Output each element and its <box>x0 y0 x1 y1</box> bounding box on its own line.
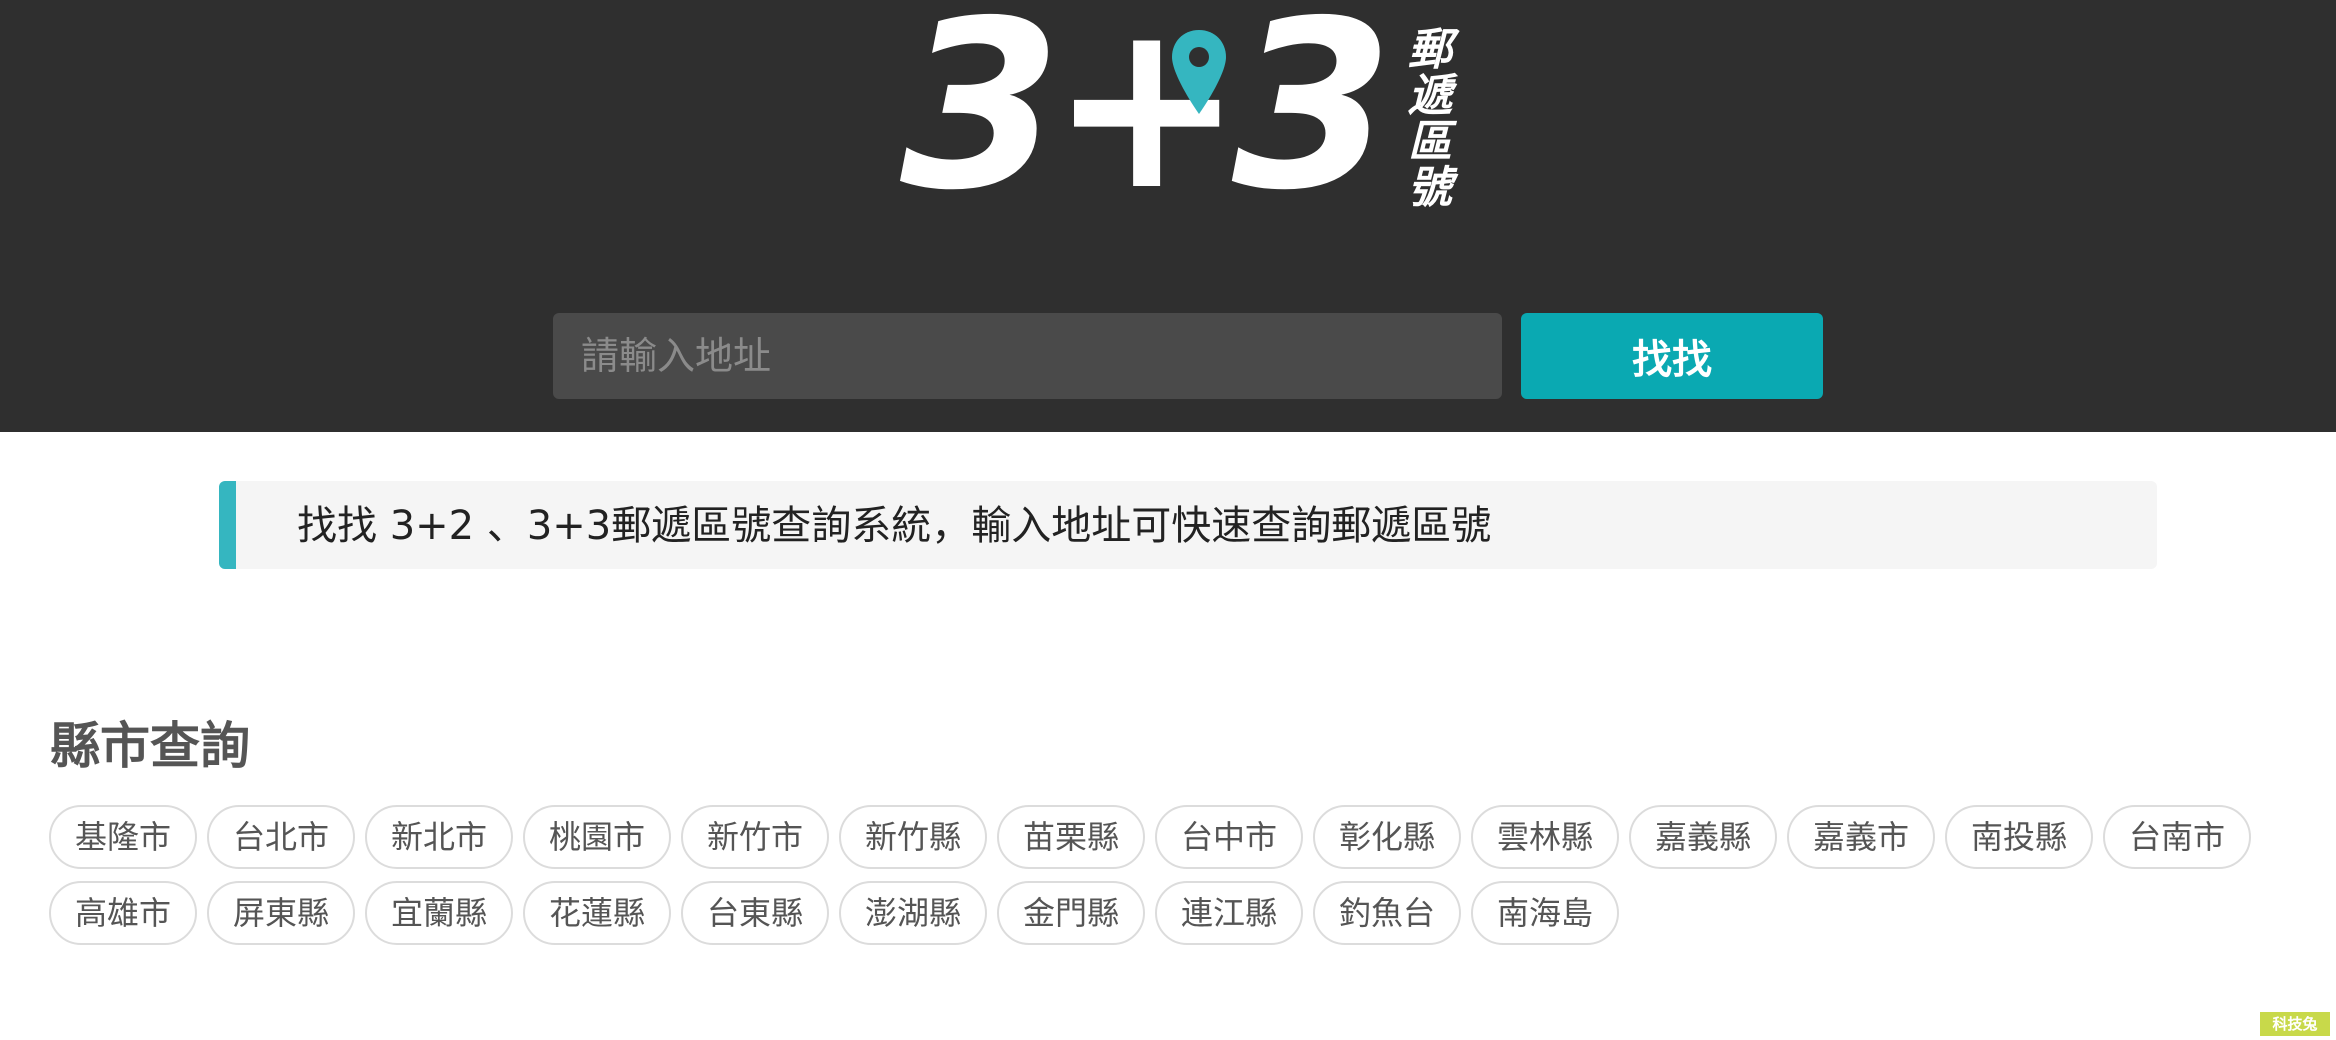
county-link[interactable]: 屏東縣 <box>207 881 355 945</box>
county-link[interactable]: 彰化縣 <box>1313 805 1461 869</box>
county-link[interactable]: 澎湖縣 <box>839 881 987 945</box>
county-link[interactable]: 台北市 <box>207 805 355 869</box>
county-link[interactable]: 台東縣 <box>681 881 829 945</box>
county-link[interactable]: 嘉義市 <box>1787 805 1935 869</box>
county-link[interactable]: 基隆市 <box>49 805 197 869</box>
address-search-input[interactable] <box>553 313 1502 399</box>
logo-side-text: 郵遞區號 <box>1400 26 1451 210</box>
intro-banner: 找找 3+2 、3+3郵遞區號查詢系統，輸入地址可快速查詢郵遞區號 <box>219 481 2157 569</box>
county-link[interactable]: 南海島 <box>1471 881 1619 945</box>
county-link[interactable]: 新竹縣 <box>839 805 987 869</box>
county-link[interactable]: 連江縣 <box>1155 881 1303 945</box>
watermark-badge: 科技兔 <box>2260 1012 2330 1036</box>
county-link[interactable]: 新竹市 <box>681 805 829 869</box>
county-link[interactable]: 南投縣 <box>1945 805 2093 869</box>
county-list: 基隆市 台北市 新北市 桃園市 新竹市 新竹縣 苗栗縣 台中市 彰化縣 雲林縣 嘉義縣 嘉義市 南投縣台… <box>49 805 2319 945</box>
county-link[interactable]: 花蓮縣 <box>523 881 671 945</box>
county-link[interactable]: 金門縣 <box>997 881 1145 945</box>
county-link[interactable]: 台南市 <box>2103 805 2251 869</box>
county-link[interactable]: 苗栗縣 <box>997 805 1145 869</box>
search-button[interactable]: 找找 <box>1521 313 1823 399</box>
county-link[interactable]: 嘉義縣 <box>1629 805 1777 869</box>
county-link[interactable]: 台中市 <box>1155 805 1303 869</box>
site-header: 3+3 郵遞區號 找找 <box>0 0 2336 432</box>
county-link[interactable]: 桃園市 <box>523 805 671 869</box>
map-pin-icon <box>1172 30 1226 114</box>
county-link[interactable]: 釣魚台 <box>1313 881 1461 945</box>
county-link[interactable]: 雲林縣 <box>1471 805 1619 869</box>
site-logo[interactable]: 3+3 郵遞區號 <box>900 0 1490 228</box>
county-link[interactable]: 新北市 <box>365 805 513 869</box>
county-section-title: 縣市查詢 <box>50 717 250 775</box>
county-link[interactable]: 宜蘭縣 <box>365 881 513 945</box>
logo-main-text: 3+3 <box>900 0 1393 241</box>
intro-text: 找找 3+2 、3+3郵遞區號查詢系統，輸入地址可快速查詢郵遞區號 <box>297 503 1492 549</box>
county-link[interactable]: 高雄市 <box>49 881 197 945</box>
